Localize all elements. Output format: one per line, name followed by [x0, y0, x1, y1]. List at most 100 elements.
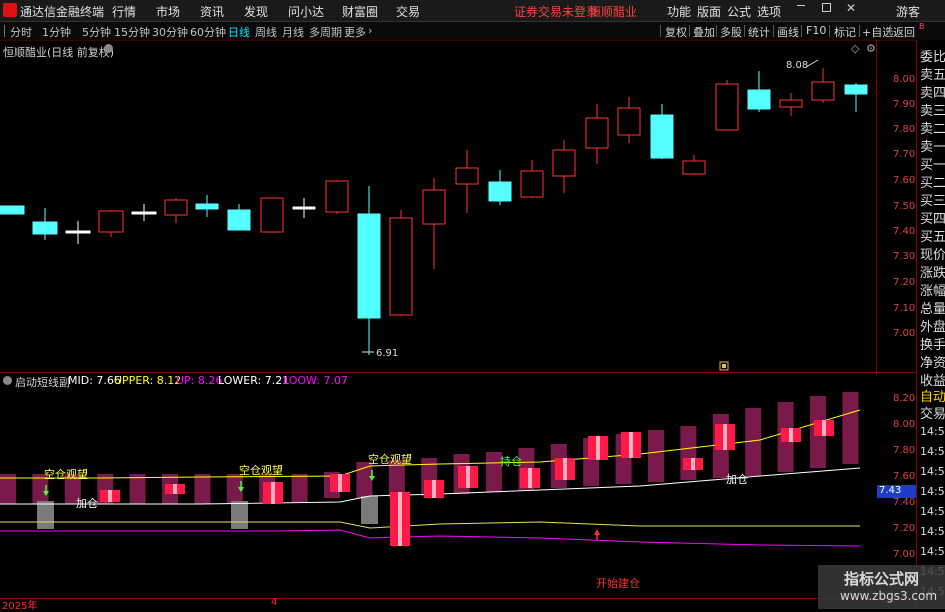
candle-body[interactable] [617, 107, 641, 136]
candle-body[interactable] [389, 217, 413, 316]
menu-discover[interactable]: 发现 [244, 3, 268, 20]
candle-body[interactable] [811, 81, 835, 101]
menu-formula[interactable]: 公式 [727, 3, 751, 20]
menu-options[interactable]: 选项 [757, 3, 781, 20]
menu-wealth[interactable]: 财富圈 [342, 3, 378, 20]
candle-body[interactable] [455, 167, 479, 185]
signal-empty-watch: 空仓观望 [239, 463, 283, 477]
toolbar-back[interactable]: 返回 [893, 24, 915, 40]
candle-body[interactable] [164, 199, 188, 216]
menu-ask[interactable]: 问小达 [288, 3, 324, 20]
watermark-box: 指标公式网 www.zbgs3.com [818, 565, 945, 609]
toolbar-adjust[interactable]: 复权 [665, 24, 687, 40]
price-axis-label: 7.50 [893, 201, 916, 212]
band-column [291, 474, 308, 502]
candle-body[interactable] [195, 203, 219, 210]
toolbar-draw[interactable]: 画线 [777, 24, 799, 40]
band-column [680, 426, 697, 480]
period-tab-intraday[interactable]: 分时 [10, 24, 32, 40]
menu-function[interactable]: 功能 [667, 3, 691, 20]
guest-label[interactable]: 游客 [896, 3, 920, 20]
toolbar-f10[interactable]: F10 [806, 24, 826, 37]
quote-field-label: 涨幅 [920, 284, 945, 299]
period-tab-1min[interactable]: 1分钟 [42, 24, 71, 40]
indicator-chart[interactable]: 空仓观望 空仓观望 空仓观望 加仓 加仓 持仓 开始建仓 [0, 388, 877, 598]
price-axis-label: 7.00 [893, 328, 916, 339]
candle-body[interactable] [227, 209, 251, 231]
date-axis-month: 4 [271, 597, 278, 608]
indicator-axis-label: 7.20 [893, 523, 916, 534]
price-axis-label: 7.20 [893, 277, 916, 288]
candle-body[interactable] [422, 189, 446, 225]
trade-time: 14:5 [920, 465, 945, 478]
menu-bar: 通达信金融终端 行情 市场 资讯 发现 问小达 财富圈 交易 证券交易未登录 恒… [0, 0, 945, 22]
indicator-candle-core [173, 484, 177, 494]
close-icon[interactable]: ✕ [846, 1, 856, 15]
menu-market[interactable]: 市场 [156, 3, 180, 20]
toolbar-overlay[interactable]: 叠加 [693, 24, 715, 40]
panel-top-label: B [919, 22, 925, 31]
period-tab-daily[interactable]: 日线 [228, 24, 250, 40]
period-tab-multi[interactable]: 多周期 [309, 24, 342, 40]
indicator-candle-core [271, 482, 275, 504]
candle-body[interactable] [325, 180, 349, 213]
trade-time: 14:5 [920, 525, 945, 538]
period-tab-monthly[interactable]: 月线 [282, 24, 304, 40]
indicator-settings-icon[interactable] [3, 376, 12, 385]
candle-body[interactable] [32, 221, 58, 235]
toolbar-mark[interactable]: 标记 [834, 24, 856, 40]
candle-body[interactable] [65, 230, 91, 234]
candle-body[interactable] [650, 114, 674, 159]
maximize-icon[interactable] [822, 3, 831, 12]
trade-time: 14:5 [920, 505, 945, 518]
app-logo-icon [3, 3, 17, 17]
period-tab-5min[interactable]: 5分钟 [82, 24, 111, 40]
quote-field-label: 卖一 [920, 140, 945, 155]
toolbar-add-favorite[interactable]: +自选 [862, 24, 893, 40]
menu-trade[interactable]: 交易 [396, 3, 420, 20]
quote-field-label: 买五 [920, 230, 945, 245]
candlestick-chart[interactable]: 6.91 8.08 [0, 40, 916, 375]
band-column [129, 474, 146, 504]
candle-body[interactable] [488, 181, 512, 202]
period-tab-more[interactable]: 更多 [344, 24, 366, 40]
candle-body[interactable] [779, 99, 803, 108]
indicator-axis-label: 7.00 [893, 549, 916, 560]
candle-body[interactable] [357, 213, 381, 319]
candle-body[interactable] [0, 205, 25, 215]
candle-body[interactable] [552, 149, 576, 177]
toolbar-multi-stock[interactable]: 多股 [720, 24, 742, 40]
candle-body[interactable] [98, 210, 124, 233]
candle-body[interactable] [520, 170, 544, 198]
candle-body[interactable] [260, 197, 284, 233]
price-axis-label: 7.60 [893, 175, 916, 186]
candle-body[interactable] [844, 84, 868, 95]
minimize-icon[interactable] [797, 5, 805, 6]
login-notice[interactable]: 证券交易未登录 [514, 3, 598, 20]
indicator-candle-core [723, 424, 727, 450]
candle-body[interactable] [292, 206, 316, 210]
app-title: 通达信金融终端 [20, 5, 105, 19]
period-tab-30min[interactable]: 30分钟 [152, 24, 188, 40]
chevron-right-icon[interactable]: › [368, 24, 372, 37]
period-tab-15min[interactable]: 15分钟 [114, 24, 150, 40]
toolbar-stats[interactable]: 统计 [748, 24, 770, 40]
price-axis-label: 7.30 [893, 251, 916, 262]
stock-name-header: 恒顺醋业 [589, 5, 638, 19]
candle-body[interactable] [747, 89, 771, 110]
signal-empty-watch: 空仓观望 [44, 467, 88, 481]
candle-body[interactable] [131, 211, 157, 215]
trade-time: 14:5 [920, 545, 945, 558]
trade-label[interactable]: 交易 [920, 403, 945, 422]
price-axis-label: 8.00 [893, 74, 916, 85]
menu-news[interactable]: 资讯 [200, 3, 224, 20]
menu-layout[interactable]: 版面 [697, 3, 721, 20]
menu-market-quotes[interactable]: 行情 [112, 3, 136, 20]
signal-hold: 持仓 [500, 454, 522, 468]
candle-body[interactable] [585, 117, 609, 149]
candle-body[interactable] [682, 160, 706, 175]
watermark-url: www.zbgs3.com [840, 589, 938, 603]
candle-body[interactable] [715, 83, 739, 131]
period-tab-60min[interactable]: 60分钟 [190, 24, 226, 40]
period-tab-weekly[interactable]: 周线 [255, 24, 277, 40]
